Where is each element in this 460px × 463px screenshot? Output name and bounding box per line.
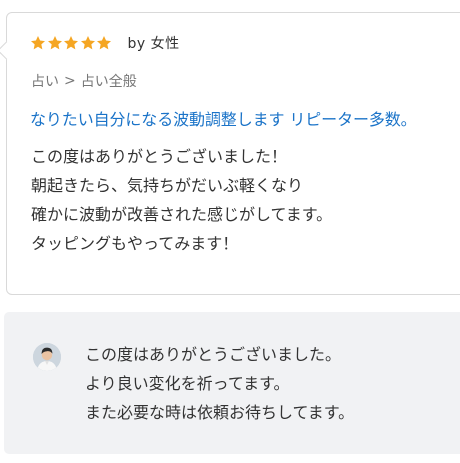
star-icon (47, 36, 62, 50)
star-icon (80, 36, 95, 50)
reply-text: この度はありがとうございました。 より良い変化を祈ってます。 また必要な時は依頼… (85, 340, 354, 427)
rating-row: by 女性 (30, 33, 180, 53)
review-page: by 女性 占い > 占い全般 なりたい自分になる波動調整します リピーター多数… (0, 0, 460, 463)
review-line: この度はありがとうございました！ (31, 147, 288, 166)
seller-avatar-icon[interactable] (33, 343, 61, 371)
review-text: この度はありがとうございました！ 朝起きたら、気持ちがだいぶ軽くなり 確かに波動… (31, 142, 332, 258)
reply-line: この度はありがとうございました。 (85, 345, 342, 364)
avatar-image (33, 343, 61, 371)
star-icon (97, 36, 111, 50)
speech-bubble-tail (0, 41, 16, 60)
breadcrumb-separator: > (64, 73, 76, 89)
star-icon (64, 36, 78, 50)
reply-line: また必要な時は依頼お待ちしてます。 (85, 403, 355, 422)
star-rating (30, 35, 113, 51)
breadcrumb-child[interactable]: 占い全般 (81, 71, 137, 91)
service-title-link[interactable]: なりたい自分になる波動調整します リピーター多数。 (30, 106, 417, 130)
review-line: 確かに波動が改善された感じがしてます。 (31, 205, 333, 224)
review-line: 朝起きたら、気持ちがだいぶ軽くなり (31, 176, 304, 195)
star-icon (31, 36, 45, 50)
breadcrumb: 占い > 占い全般 (31, 71, 137, 91)
reply-line: より良い変化を祈ってます。 (85, 374, 290, 393)
reviewer-label: by 女性 (127, 36, 180, 52)
review-line: タッピングもやってみます！ (31, 234, 239, 253)
breadcrumb-parent[interactable]: 占い (31, 71, 59, 91)
